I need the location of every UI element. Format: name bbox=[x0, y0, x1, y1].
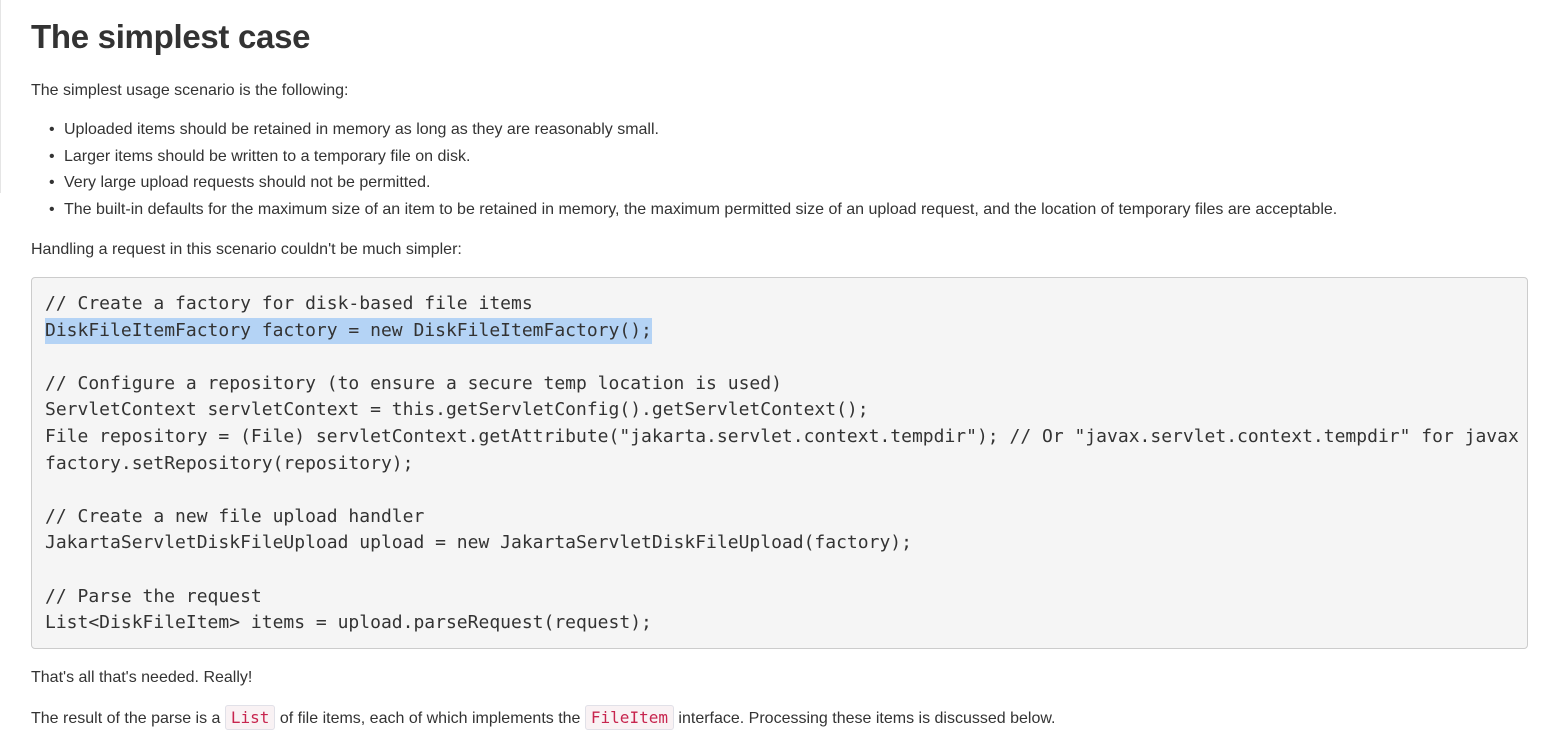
code-block[interactable]: // Create a factory for disk-based file … bbox=[31, 277, 1528, 649]
scenario-list: • Uploaded items should be retained in me… bbox=[31, 120, 1337, 226]
list-item: • Very large upload requests should not b… bbox=[49, 174, 431, 191]
code-line: // Create a factory for disk-based file … bbox=[45, 293, 533, 314]
code-line: // Configure a repository (to ensure a s… bbox=[45, 372, 782, 394]
code-line-selected[interactable]: DiskFileItemFactory factory = new DiskFi… bbox=[45, 317, 652, 345]
bullet-icon: • bbox=[49, 174, 55, 191]
inline-code-fileitem: FileItem bbox=[584, 705, 674, 730]
bullet-icon: • bbox=[49, 200, 55, 218]
bullet-icon: • bbox=[49, 121, 55, 138]
code-line: List<DiskFileItem> items = upload.parseR… bbox=[45, 612, 652, 634]
handling-paragraph: Handling a request in this scenario coul… bbox=[31, 241, 462, 258]
code-line: // Create a new file upload handler bbox=[45, 505, 425, 527]
code-line: File repository = (File) servletContext.… bbox=[45, 426, 1519, 447]
code-line: // Parse the request bbox=[45, 585, 262, 607]
code-line: factory.setRepository(repository); bbox=[45, 452, 414, 474]
code-line: JakartaServletDiskFileUpload upload = ne… bbox=[45, 532, 912, 554]
list-item: • The built-in defaults for the maximum s… bbox=[49, 200, 1338, 218]
section-heading: The simplest case bbox=[31, 18, 311, 55]
result-paragraph: The result of the parse is a List of fil… bbox=[31, 705, 1056, 730]
list-item: • Larger items should be written to a tem… bbox=[49, 147, 471, 165]
list-item: • Uploaded items should be retained in me… bbox=[49, 121, 659, 138]
intro-paragraph: The simplest usage scenario is the follo… bbox=[31, 82, 349, 99]
inline-code-list: List bbox=[224, 705, 276, 730]
left-border bbox=[0, 0, 1, 193]
thats-all-paragraph: That's all that's needed. Really! bbox=[31, 669, 253, 686]
bullet-icon: • bbox=[49, 147, 55, 165]
code-line: ServletContext servletContext = this.get… bbox=[45, 399, 869, 421]
